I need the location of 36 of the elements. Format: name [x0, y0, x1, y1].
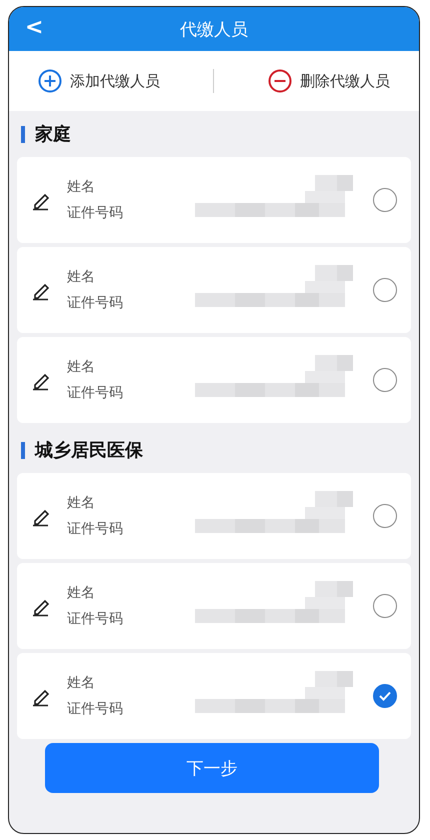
action-button[interactable]: 添加代缴人员 [34, 65, 164, 97]
add-icon [38, 69, 62, 93]
select-radio[interactable] [373, 368, 397, 392]
page-title: 代缴人员 [180, 18, 248, 40]
name-label: 姓名 [67, 674, 96, 692]
section-marker [21, 442, 25, 458]
member-card[interactable]: 姓名 证件号码 [17, 653, 411, 739]
select-radio[interactable] [373, 188, 397, 212]
id-label: 证件号码 [67, 520, 124, 538]
select-radio[interactable] [373, 504, 397, 528]
select-radio[interactable] [373, 594, 397, 618]
member-card[interactable]: 姓名 证件号码 [17, 157, 411, 243]
name-label: 姓名 [67, 268, 96, 286]
select-radio[interactable] [373, 684, 397, 708]
id-label: 证件号码 [67, 204, 124, 222]
remove-icon [268, 69, 292, 93]
section-marker [21, 126, 25, 142]
name-label: 姓名 [67, 178, 96, 196]
section-title: 城乡居民医保 [35, 439, 143, 462]
action-button[interactable]: 删除代缴人员 [264, 65, 394, 97]
next-button[interactable]: 下一步 [45, 743, 379, 793]
id-label: 证件号码 [67, 384, 124, 402]
name-label: 姓名 [67, 358, 96, 376]
name-label: 姓名 [67, 584, 96, 602]
member-card[interactable]: 姓名 证件号码 [17, 337, 411, 423]
back-button[interactable]: < [25, 15, 44, 40]
select-radio[interactable] [373, 278, 397, 302]
member-card[interactable]: 姓名 证件号码 [17, 473, 411, 559]
member-card[interactable]: 姓名 证件号码 [17, 563, 411, 649]
id-label: 证件号码 [67, 610, 124, 628]
name-label: 姓名 [67, 494, 96, 512]
check-icon [378, 689, 392, 703]
member-card[interactable]: 姓名 证件号码 [17, 247, 411, 333]
section-title: 家庭 [35, 123, 71, 146]
id-label: 证件号码 [67, 294, 124, 312]
id-label: 证件号码 [67, 700, 124, 718]
